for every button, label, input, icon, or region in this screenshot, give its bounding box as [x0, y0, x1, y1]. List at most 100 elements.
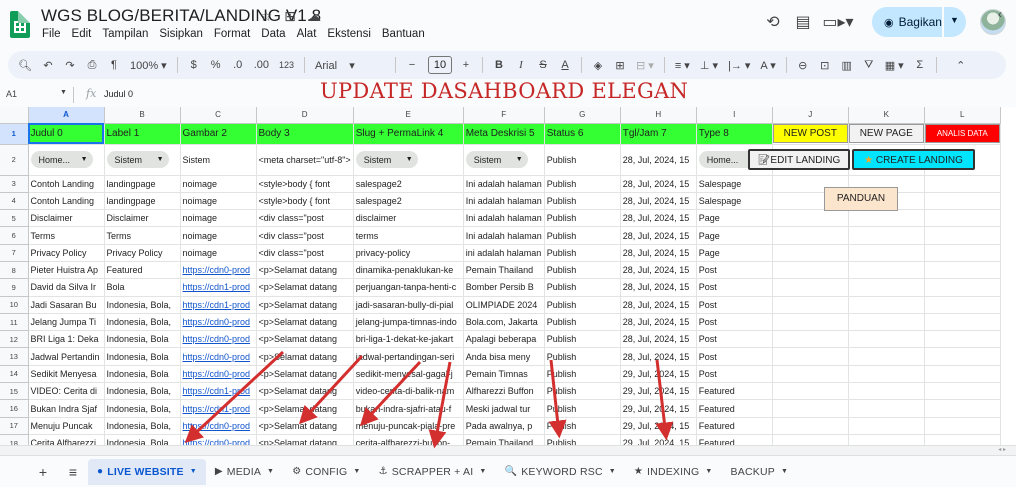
strikethrough-button[interactable]: S — [537, 59, 549, 71]
cell[interactable]: Jadwal Pertandin — [28, 347, 105, 366]
column-header-f[interactable]: F — [463, 107, 545, 124]
cell[interactable] — [924, 434, 1001, 445]
cell[interactable] — [924, 192, 1001, 211]
image-link[interactable]: https://cdn1-prod — [183, 386, 251, 396]
cell[interactable] — [772, 365, 849, 384]
cell[interactable] — [848, 365, 925, 384]
cell[interactable]: Jadi Sasaran Bu — [28, 296, 105, 314]
cell[interactable]: VIDEO: Cerita di — [28, 382, 105, 401]
column-header-i[interactable]: I — [696, 107, 773, 124]
row-header[interactable]: 16 — [0, 399, 29, 418]
cell[interactable] — [772, 347, 849, 366]
cell[interactable]: https://cdn0-prod — [180, 417, 257, 435]
image-link[interactable]: https://cdn0-prod — [183, 421, 251, 431]
cell[interactable] — [924, 330, 1001, 349]
horizontal-scrollbar[interactable]: ◂ ▸ — [0, 445, 1016, 455]
cell[interactable]: Post — [696, 313, 773, 332]
cell[interactable] — [924, 175, 1001, 193]
image-link[interactable]: https://cdn1-prod — [183, 282, 251, 292]
cell[interactable]: Post — [696, 296, 773, 314]
cell[interactable]: bri-liga-1-dekat-ke-jakart — [353, 330, 464, 349]
menu-item-edit[interactable]: Edit — [72, 28, 92, 40]
cell[interactable] — [772, 278, 849, 297]
share-button[interactable]: ◉ Bagikan ▼ — [872, 7, 966, 37]
cell[interactable]: Alfharezzi Buffon — [463, 382, 545, 401]
functions-button[interactable]: Σ — [914, 59, 926, 71]
cell[interactable]: Ini adalah halaman — [463, 226, 545, 245]
currency-button[interactable]: $ — [188, 59, 200, 71]
header-cell[interactable]: Status 6 — [544, 123, 621, 145]
dropdown-chip[interactable]: Sistem ▼ — [355, 151, 418, 168]
cell[interactable] — [848, 330, 925, 349]
cell[interactable] — [848, 209, 925, 228]
cell[interactable]: Publish — [544, 244, 621, 262]
avatar[interactable] — [980, 9, 1006, 35]
row-header[interactable]: 2 — [0, 144, 29, 176]
column-header-e[interactable]: E — [353, 107, 464, 124]
cell[interactable] — [848, 417, 925, 435]
select-all-corner[interactable] — [0, 107, 29, 124]
cell[interactable]: 28, Jul, 2024, 15 — [620, 313, 697, 332]
cell[interactable]: https://cdn0-prod — [180, 365, 257, 384]
tab-config[interactable]: ⚙ CONFIG ▼ — [283, 459, 369, 485]
cell[interactable]: Featured — [696, 399, 773, 418]
sheets-logo-icon[interactable] — [10, 11, 30, 38]
cell[interactable] — [848, 278, 925, 297]
cell[interactable]: Post — [696, 278, 773, 297]
cell[interactable]: <p>Selamat datang — [256, 296, 354, 314]
cell[interactable]: 28, Jul, 2024, 15 — [620, 144, 697, 176]
cell[interactable] — [772, 209, 849, 228]
cell[interactable]: noimage — [180, 226, 257, 245]
font-select[interactable]: Arial ▾ — [315, 59, 385, 72]
cell[interactable]: noimage — [180, 192, 257, 211]
cell[interactable]: <p>Selamat datang — [256, 313, 354, 332]
tab-scrapper-ai[interactable]: ⚓ SCRAPPER + AI ▼ — [370, 459, 496, 485]
cell[interactable]: landingpage — [104, 192, 181, 211]
cell[interactable] — [772, 226, 849, 245]
cell[interactable] — [848, 313, 925, 332]
cell[interactable]: Publish — [544, 261, 621, 280]
create-landing-button[interactable]: ★ CREATE LANDING — [852, 149, 975, 170]
cell[interactable]: Publish — [544, 399, 621, 418]
cell[interactable]: Pemain Thailand — [463, 434, 545, 445]
cell[interactable]: <p>Selamat datang — [256, 434, 354, 445]
dropdown-cell[interactable]: Sistem ▼ — [463, 144, 545, 176]
bold-button[interactable]: B — [493, 59, 505, 71]
cell[interactable] — [924, 365, 1001, 384]
cell[interactable]: noimage — [180, 209, 257, 228]
cell[interactable] — [924, 347, 1001, 366]
cell[interactable]: BRI Liga 1: Deka — [28, 330, 105, 349]
cell[interactable]: Indonesia, Bola — [104, 330, 181, 349]
menu-item-format[interactable]: Format — [214, 28, 250, 40]
image-link[interactable]: https://cdn0-prod — [183, 265, 251, 275]
image-link[interactable]: https://cdn0-prod — [183, 369, 251, 379]
column-header-b[interactable]: B — [104, 107, 181, 124]
cell[interactable] — [772, 313, 849, 332]
cell[interactable] — [772, 417, 849, 435]
cell[interactable]: 28, Jul, 2024, 15 — [620, 330, 697, 349]
cell[interactable]: Publish — [544, 296, 621, 314]
zoom-select[interactable]: 100% ▾ — [130, 59, 167, 72]
cell[interactable]: Publish — [544, 347, 621, 366]
cell[interactable]: Bola — [104, 278, 181, 297]
cell[interactable]: Featured — [696, 434, 773, 445]
row-header[interactable]: 13 — [0, 347, 29, 366]
cell[interactable]: Anda bisa meny — [463, 347, 545, 366]
image-link[interactable]: https://cdn1-prod — [183, 404, 251, 414]
cell[interactable] — [848, 382, 925, 401]
cell[interactable]: 28, Jul, 2024, 15 — [620, 192, 697, 211]
cell[interactable]: Meski jadwal tur — [463, 399, 545, 418]
image-link[interactable]: https://cdn0-prod — [183, 438, 251, 445]
cell[interactable]: Publish — [544, 278, 621, 297]
cell[interactable]: privacy-policy — [353, 244, 464, 262]
cell[interactable]: Bomber Persib B — [463, 278, 545, 297]
cell[interactable] — [848, 296, 925, 314]
cell[interactable]: Salespage — [696, 175, 773, 193]
cell[interactable]: video-cerita-di-balik-nam — [353, 382, 464, 401]
tab-indexing[interactable]: ★ INDEXING ▼ — [625, 459, 722, 485]
increase-decimal-button[interactable]: .00 — [254, 59, 269, 71]
cell[interactable]: Salespage — [696, 192, 773, 211]
cell[interactable] — [924, 417, 1001, 435]
cell[interactable]: Publish — [544, 313, 621, 332]
italic-button[interactable]: I — [515, 59, 527, 71]
